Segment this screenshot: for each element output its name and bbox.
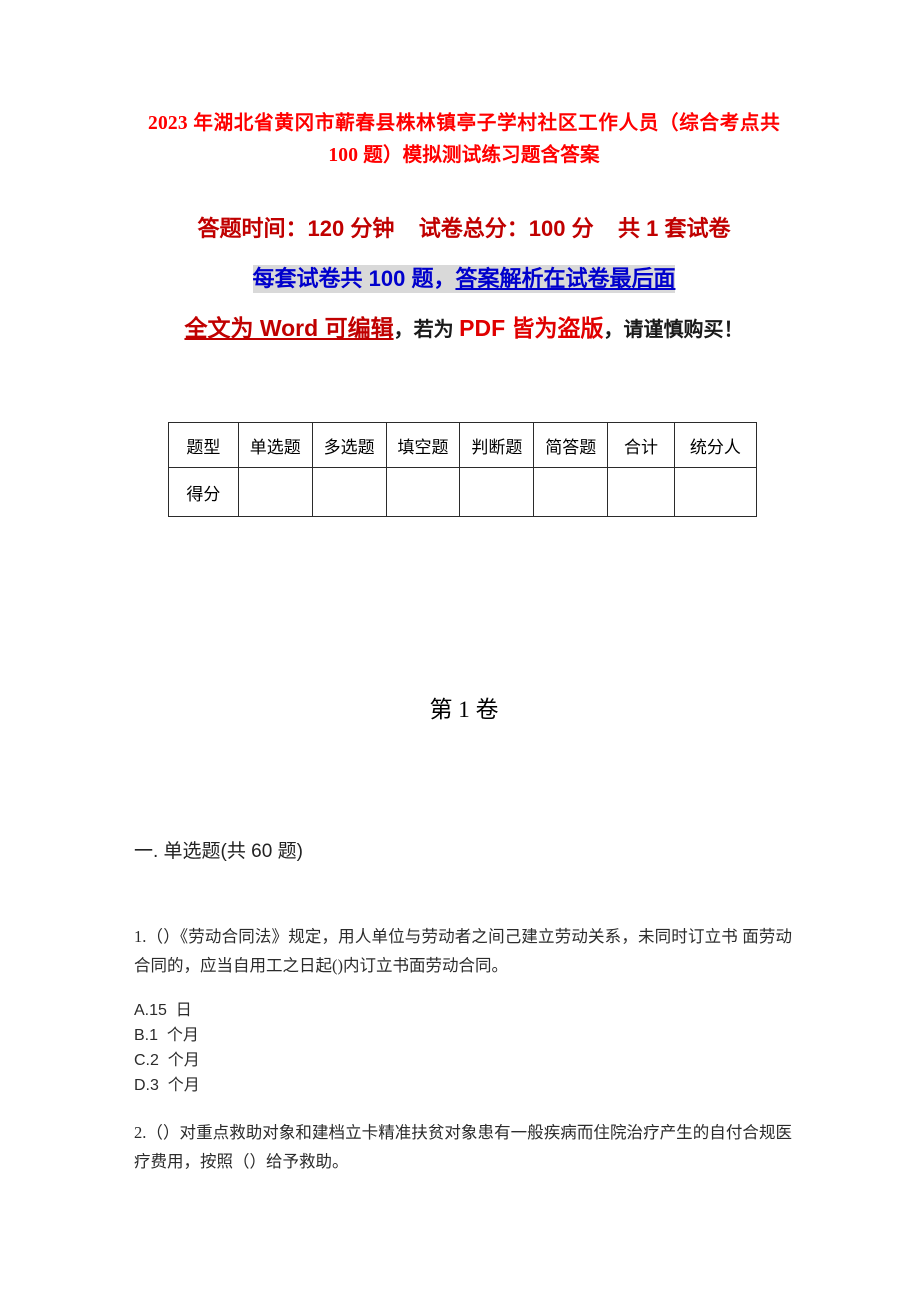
table-header-cell: 多选题 bbox=[311, 422, 387, 468]
piracy-notice-word-part: 全文为 Word 可编辑 bbox=[184, 315, 394, 341]
answer-location-notice: 每套试卷共 100 题，答案解析在试卷最后面 bbox=[148, 262, 780, 296]
table-header-cell: 单选题 bbox=[237, 422, 313, 468]
table-header-cell: 简答题 bbox=[533, 422, 609, 468]
option-c[interactable]: C.2 个月 bbox=[134, 1048, 534, 1073]
piracy-notice-pdf-part: PDF 皆为盗版 bbox=[459, 315, 604, 341]
answer-notice-part2: 答案解析在试卷最后面 bbox=[455, 265, 676, 293]
volume-heading: 第 1 卷 bbox=[429, 697, 499, 722]
table-row-header: 题型 单选题 多选题 填空题 判断题 简答题 合计 统分人 bbox=[168, 422, 758, 468]
score-cell[interactable] bbox=[459, 467, 535, 517]
table-header-cell: 填空题 bbox=[385, 422, 461, 468]
piracy-notice-connector: ，若为 bbox=[393, 319, 460, 341]
score-cell[interactable] bbox=[607, 467, 675, 517]
score-table-container: 题型 单选题 多选题 填空题 判断题 简答题 合计 统分人 得分 bbox=[168, 422, 758, 517]
question-text: 1.（）《劳动合同法》规定，用人单位与劳动者之间己建立劳动关系，未同时订立书 面… bbox=[134, 927, 792, 975]
table-row: 得分 bbox=[168, 467, 758, 517]
table-row-label: 得分 bbox=[168, 467, 239, 517]
document-page: 2023 年湖北省黄冈市蕲春县株林镇亭子学村社区工作人员（综合考点共 100 题… bbox=[0, 0, 920, 1302]
exam-info-line: 答题时间：120 分钟 试卷总分：100 分 共 1 套试卷 bbox=[197, 216, 731, 241]
piracy-notice: 全文为 Word 可编辑，若为 PDF 皆为盗版，请谨慎购买！ bbox=[148, 306, 780, 352]
table-header-cell: 统分人 bbox=[673, 422, 758, 468]
score-cell[interactable] bbox=[385, 467, 461, 517]
section-heading-single-choice: 一. 单选题(共 60 题) bbox=[134, 841, 303, 862]
answer-notice-part1: 每套试卷共 100 题， bbox=[252, 265, 456, 293]
score-cell[interactable] bbox=[533, 467, 609, 517]
question-text: 2.（）对重点救助对象和建档立卡精准扶贫对象患有一般疾病而住院治疗产生的自付合规… bbox=[134, 1123, 792, 1171]
option-a[interactable]: A.15 日 bbox=[134, 998, 534, 1023]
question-options: A.15 日 B.1 个月 C.2 个月 D.3 个月 bbox=[134, 998, 534, 1098]
table-header-cell: 题型 bbox=[168, 422, 239, 468]
table-header-cell: 判断题 bbox=[459, 422, 535, 468]
option-b[interactable]: B.1 个月 bbox=[134, 1023, 534, 1048]
table-header-cell: 合计 bbox=[607, 422, 675, 468]
option-d[interactable]: D.3 个月 bbox=[134, 1073, 534, 1098]
score-table: 题型 单选题 多选题 填空题 判断题 简答题 合计 统分人 得分 bbox=[168, 422, 758, 517]
document-title: 2023 年湖北省黄冈市蕲春县株林镇亭子学村社区工作人员（综合考点共 100 题… bbox=[148, 113, 780, 166]
score-cell[interactable] bbox=[237, 467, 313, 517]
score-cell[interactable] bbox=[311, 467, 387, 517]
score-cell[interactable] bbox=[673, 467, 758, 517]
piracy-notice-warning: ，请谨慎购买！ bbox=[603, 319, 744, 341]
